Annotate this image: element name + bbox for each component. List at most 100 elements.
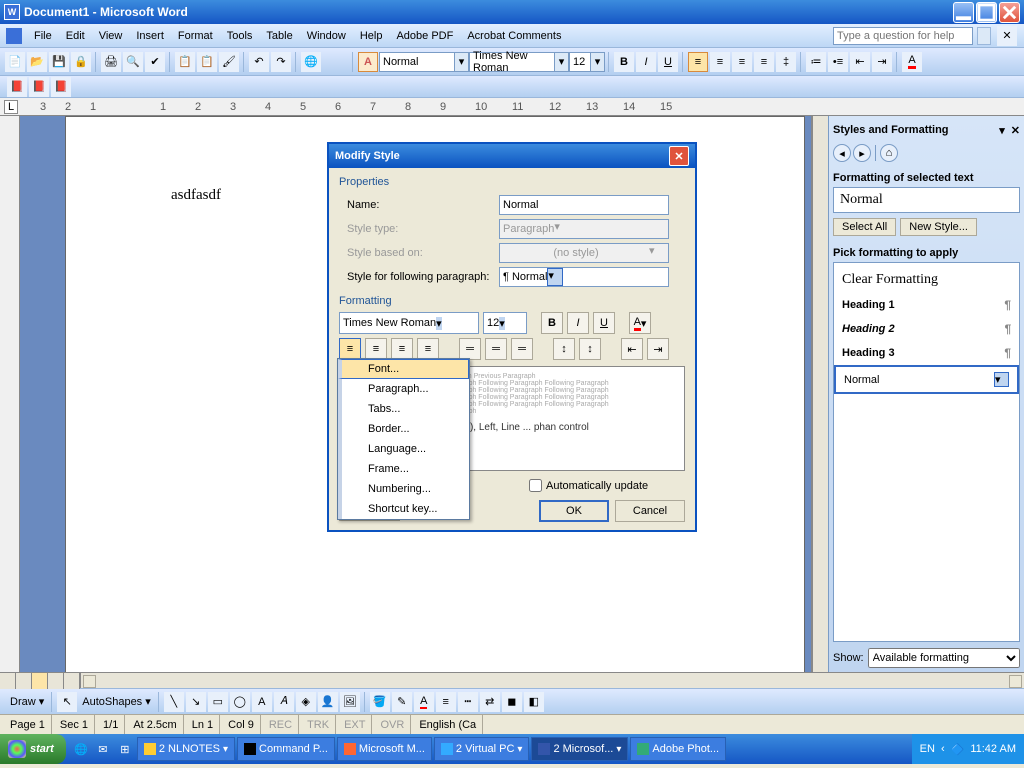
help-dropdown[interactable] [977, 27, 991, 45]
menu-acrobat-comments[interactable]: Acrobat Comments [461, 28, 567, 44]
style-heading-2[interactable]: Heading 2¶ [834, 317, 1019, 341]
font-color-draw-icon[interactable]: A [414, 692, 434, 712]
dlg-font-combo[interactable]: Times New Roman▾ [339, 312, 479, 334]
dlg-para-before-button[interactable]: ↕ [553, 338, 575, 360]
task-photoshop[interactable]: Adobe Phot... [630, 737, 726, 761]
dlg-indent-right-button[interactable]: ⇥ [647, 338, 669, 360]
print-icon[interactable]: 🖨 [101, 52, 121, 72]
format-language-item[interactable]: Language... [338, 439, 469, 459]
dlg-align-right-button[interactable]: ≡ [391, 338, 413, 360]
dlg-underline-button[interactable]: U [593, 312, 615, 334]
fill-color-icon[interactable]: 🪣 [370, 692, 390, 712]
style-heading-1[interactable]: Heading 1¶ [834, 293, 1019, 317]
align-right-button[interactable]: ≡ [732, 52, 752, 72]
arrow-style-icon[interactable]: ⇄ [480, 692, 500, 712]
dlg-align-justify-button[interactable]: ≡ [417, 338, 439, 360]
indent-button[interactable]: ⇥ [872, 52, 892, 72]
arrow-icon[interactable]: ↘ [186, 692, 206, 712]
format-numbering-item[interactable]: Numbering... [338, 479, 469, 499]
autoshapes-menu[interactable]: AutoShapes ▾ [78, 695, 155, 708]
tray-expand-icon[interactable]: ‹ [941, 743, 945, 755]
show-combo[interactable]: Available formatting [868, 648, 1020, 668]
current-style-box[interactable]: Normal [833, 187, 1020, 213]
task-virtual-pc[interactable]: 2 Virtual PC ▾ [434, 737, 530, 761]
line-style-icon[interactable]: ≡ [436, 692, 456, 712]
document-text[interactable]: asdfasdf [171, 187, 221, 204]
oval-icon[interactable]: ◯ [230, 692, 250, 712]
italic-button[interactable]: I [636, 52, 656, 72]
line-color-icon[interactable]: ✎ [392, 692, 412, 712]
start-button[interactable]: start [0, 734, 66, 764]
permission-icon[interactable]: 🔒 [71, 52, 91, 72]
format-frame-item[interactable]: Frame... [338, 459, 469, 479]
dialog-close-button[interactable]: ✕ [669, 146, 689, 166]
taskpane-close-icon[interactable]: ✕ [1011, 124, 1020, 137]
format-shortcut-item[interactable]: Shortcut key... [338, 499, 469, 519]
task-microsoft-word[interactable]: 2 Microsof... ▾ [531, 737, 628, 761]
textbox-icon[interactable]: A [252, 692, 272, 712]
dlg-bold-button[interactable]: B [541, 312, 563, 334]
minimize-button[interactable] [953, 2, 974, 23]
pdf-email-icon[interactable]: 📕 [29, 77, 49, 97]
format-border-item[interactable]: Border... [338, 419, 469, 439]
quick-email-icon[interactable]: ✉ [93, 739, 113, 759]
help-search-input[interactable] [833, 27, 973, 45]
new-icon[interactable]: 📄 [5, 52, 25, 72]
format-tabs-item[interactable]: Tabs... [338, 399, 469, 419]
status-ext[interactable]: EXT [338, 715, 372, 734]
preview-icon[interactable]: 🔍 [123, 52, 143, 72]
status-ovr[interactable]: OVR [374, 715, 411, 734]
task-nlnotes[interactable]: 2 NLNOTES ▾ [137, 737, 235, 761]
print-view-button[interactable] [32, 673, 48, 689]
format-font-item[interactable]: Font... [338, 359, 469, 379]
close-doc-button[interactable]: ✕ [997, 26, 1017, 46]
select-objects-icon[interactable]: ↖ [57, 692, 77, 712]
size-combo[interactable]: 12▾ [569, 52, 605, 72]
outline-view-button[interactable] [48, 673, 64, 689]
maximize-button[interactable] [976, 2, 997, 23]
dlg-indent-left-button[interactable]: ⇤ [621, 338, 643, 360]
bold-button[interactable]: B [614, 52, 634, 72]
format-paragraph-item[interactable]: Paragraph... [338, 379, 469, 399]
hyperlink-icon[interactable]: 🌐 [301, 52, 321, 72]
menu-format[interactable]: Format [172, 28, 219, 44]
font-combo[interactable]: Times New Roman▾ [469, 52, 569, 72]
task-command[interactable]: Command P... [237, 737, 335, 761]
horizontal-ruler[interactable]: L 321 123456789101112131415 [0, 98, 1024, 116]
web-view-button[interactable] [16, 673, 32, 689]
align-left-button[interactable]: ≡ [688, 52, 708, 72]
ok-button[interactable]: OK [539, 500, 609, 522]
rectangle-icon[interactable]: ▭ [208, 692, 228, 712]
spell-icon[interactable]: ✔ [145, 52, 165, 72]
save-icon[interactable]: 💾 [49, 52, 69, 72]
cancel-button[interactable]: Cancel [615, 500, 685, 522]
line-icon[interactable]: ╲ [164, 692, 184, 712]
line-spacing-button[interactable]: ‡ [776, 52, 796, 72]
system-tray[interactable]: EN ‹ 🔷 11:42 AM [912, 734, 1024, 764]
font-color-button[interactable]: A [902, 52, 922, 72]
back-icon[interactable]: ◂ [833, 144, 851, 162]
picture-icon[interactable]: 🖼 [340, 692, 360, 712]
dash-style-icon[interactable]: ┅ [458, 692, 478, 712]
dlg-font-color-button[interactable]: A▾ [629, 312, 651, 334]
reading-view-button[interactable] [64, 673, 80, 689]
paste-icon[interactable]: 📋 [197, 52, 217, 72]
outdent-button[interactable]: ⇤ [850, 52, 870, 72]
style-clear-formatting[interactable]: Clear Formatting [834, 267, 1019, 293]
align-center-button[interactable]: ≡ [710, 52, 730, 72]
redo-icon[interactable]: ↷ [271, 52, 291, 72]
dlg-spacing-1-button[interactable]: ═ [459, 338, 481, 360]
bullets-button[interactable]: •≡ [828, 52, 848, 72]
tray-icon[interactable]: 🔷 [951, 743, 965, 756]
pdf-review-icon[interactable]: 📕 [51, 77, 71, 97]
home-icon[interactable]: ⌂ [880, 144, 898, 162]
dlg-spacing-2-button[interactable]: ═ [511, 338, 533, 360]
select-all-button[interactable]: Select All [833, 218, 896, 236]
draw-menu[interactable]: Draw ▾ [6, 695, 48, 708]
dlg-para-after-button[interactable]: ↕ [579, 338, 601, 360]
menu-tools[interactable]: Tools [221, 28, 259, 44]
style-combo[interactable]: Normal▾ [379, 52, 469, 72]
dlg-italic-button[interactable]: I [567, 312, 589, 334]
open-icon[interactable]: 📂 [27, 52, 47, 72]
menu-table[interactable]: Table [260, 28, 298, 44]
